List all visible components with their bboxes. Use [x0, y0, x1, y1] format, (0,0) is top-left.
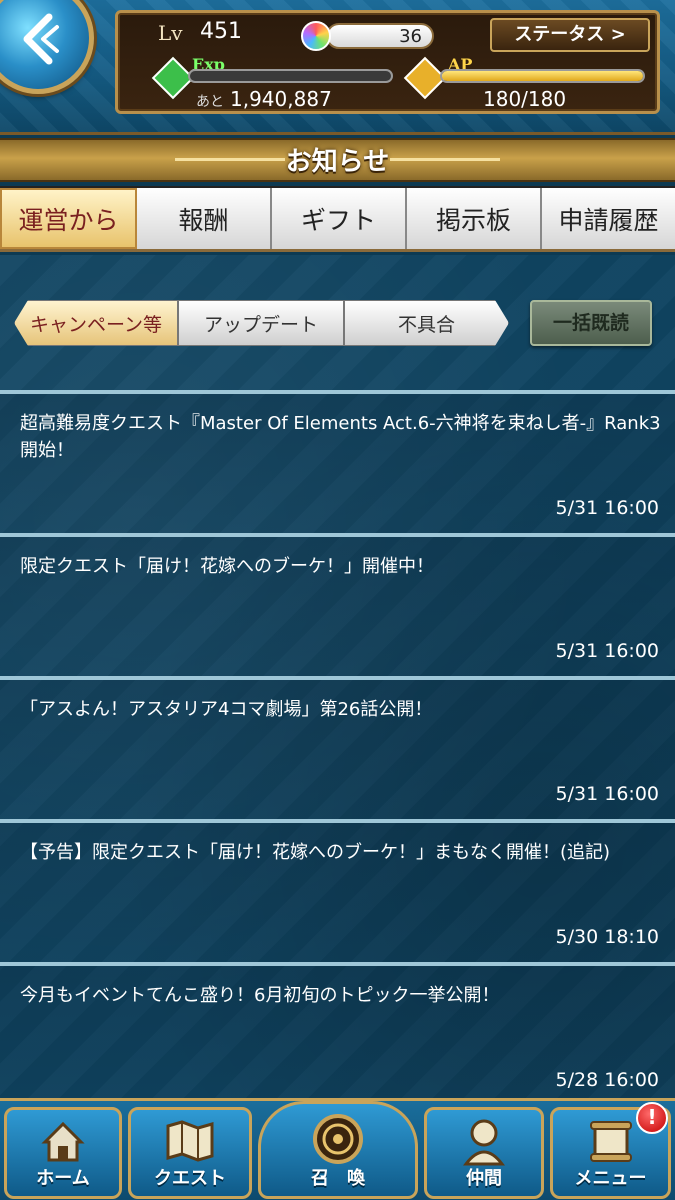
exp-bar — [188, 69, 393, 83]
exp-remaining-value: 1,940,887 — [230, 87, 332, 111]
sub-tabs: キャンペーン等 アップデート 不具合 — [14, 300, 509, 346]
tab-bulletin-board[interactable]: 掲示板 — [407, 188, 542, 249]
news-item[interactable]: 今月もイベントてんこ盛り！6月初旬のトピック一挙公開！ 5/28 16:00 — [0, 962, 675, 1098]
news-date: 5/31 16:00 — [555, 497, 659, 519]
news-title: 【予告】限定クエスト「届け！花嫁へのブーケ！」まもなく開催！(追記) — [20, 842, 611, 863]
back-arrow-icon — [23, 13, 59, 65]
house-icon — [41, 1121, 85, 1162]
news-date: 5/30 18:10 — [555, 926, 659, 948]
news-title: 限定クエスト「届け！花嫁へのブーケ！」開催中！ — [20, 556, 434, 577]
news-title: 超高難易度クエスト『Master Of Elements Act.6-六神将を束… — [20, 413, 661, 461]
map-icon — [166, 1120, 214, 1162]
nav-ally-label: 仲間 — [466, 1168, 502, 1189]
ap-bar — [440, 69, 645, 83]
status-header: Lv 451 36 ステータス > Exp あと 1,940,887 AP 18… — [0, 0, 675, 135]
tab-rewards[interactable]: 報酬 — [137, 188, 272, 249]
news-list: 超高難易度クエスト『Master Of Elements Act.6-六神将を束… — [0, 390, 675, 1098]
nav-quest-button[interactable]: クエスト — [128, 1107, 252, 1199]
nav-home-button[interactable]: ホーム — [4, 1107, 122, 1199]
bottom-navigation: ホーム クエスト 召 喚 仲間 メニュー — [0, 1098, 675, 1200]
scroll-icon — [589, 1121, 632, 1162]
ap-value: 180/180 — [483, 87, 567, 111]
title-ornament-right — [390, 158, 500, 161]
rainbow-stone-icon — [301, 21, 331, 51]
summon-circle-icon — [313, 1114, 363, 1164]
tab-gifts[interactable]: ギフト — [272, 188, 407, 249]
news-item[interactable]: 【予告】限定クエスト「届け！花嫁へのブーケ！」まもなく開催！(追記) 5/30 … — [0, 819, 675, 962]
news-item[interactable]: 「アスよん！アスタリア4コマ劇場」第26話公開！ 5/31 16:00 — [0, 676, 675, 819]
tab-operations[interactable]: 運営から — [0, 188, 137, 249]
nav-home-label: ホーム — [36, 1168, 90, 1189]
level-label: Lv — [158, 21, 183, 45]
title-ribbon: お知らせ — [0, 138, 675, 182]
news-item[interactable]: 限定クエスト「届け！花嫁へのブーケ！」開催中！ 5/31 16:00 — [0, 533, 675, 676]
title-ornament-left — [175, 158, 285, 161]
news-title: 今月もイベントてんこ盛り！6月初旬のトピック一挙公開！ — [20, 985, 500, 1006]
news-date: 5/31 16:00 — [555, 783, 659, 805]
status-button[interactable]: ステータス > — [490, 18, 650, 52]
news-item[interactable]: 超高難易度クエスト『Master Of Elements Act.6-六神将を束… — [0, 390, 675, 533]
subtab-update[interactable]: アップデート — [178, 300, 344, 346]
player-status-panel: Lv 451 36 ステータス > Exp あと 1,940,887 AP 18… — [115, 10, 660, 114]
nav-summon-button[interactable]: 召 喚 — [258, 1101, 418, 1199]
level-value: 451 — [200, 19, 242, 44]
news-date: 5/28 16:00 — [555, 1069, 659, 1091]
nav-summon-label: 召 喚 — [311, 1168, 365, 1189]
main-tabs: 運営から 報酬 ギフト 掲示板 申請履歴 — [0, 186, 675, 252]
stone-count: 36 — [399, 26, 422, 47]
news-content-area: キャンペーン等 アップデート 不具合 一括既読 超高難易度クエスト『Master… — [0, 255, 675, 1098]
bulk-read-button[interactable]: 一括既読 — [530, 300, 652, 346]
notification-badge: ! — [636, 1102, 668, 1134]
person-icon — [462, 1119, 506, 1166]
nav-ally-button[interactable]: 仲間 — [424, 1107, 544, 1199]
news-title: 「アスよん！アスタリア4コマ劇場」第26話公開！ — [20, 699, 433, 720]
news-date: 5/31 16:00 — [555, 640, 659, 662]
ap-bar-fill — [442, 71, 643, 81]
subtab-campaign[interactable]: キャンペーン等 — [14, 300, 178, 346]
tab-request-history[interactable]: 申請履歴 — [542, 188, 675, 249]
stone-counter: 36 — [326, 23, 434, 49]
subtab-bugs[interactable]: 不具合 — [344, 300, 509, 346]
nav-quest-label: クエスト — [154, 1168, 226, 1189]
page-title: お知らせ — [285, 147, 390, 177]
exp-remaining-label: あと — [196, 94, 224, 110]
nav-menu-label: メニュー — [574, 1168, 647, 1189]
